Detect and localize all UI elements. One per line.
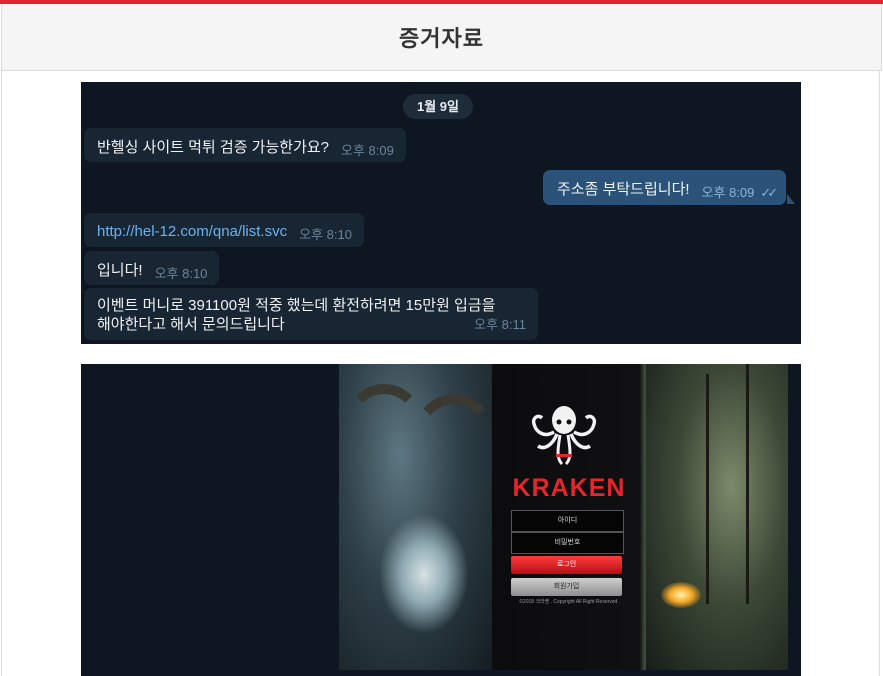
bubble-tail [787, 194, 795, 204]
wave-splash [379, 514, 469, 634]
message-text-line: 이벤트 머니로 391100원 적중 했는데 환전하려면 15만원 입금을 [97, 297, 496, 314]
message-incoming: 반헬싱 사이트 먹튀 검증 가능한가요? 오후 8:09 [84, 128, 406, 162]
password-field[interactable]: 비밀번호 [511, 532, 624, 554]
message-time: 오후 8:09 [341, 143, 394, 158]
kraken-login-image: KRAKEN 아이디 비밀번호 로그인 회원가입 ©2018 크라켄 . Cop… [339, 364, 788, 670]
ship-mast [746, 364, 749, 604]
page-title: 증거자료 [399, 27, 484, 52]
id-field[interactable]: 아이디 [511, 510, 624, 532]
message-incoming: http://hel-12.com/qna/list.svc 오후 8:10 [84, 213, 364, 247]
message-incoming: 입니다! 오후 8:10 [84, 251, 220, 285]
message-time: 오후 8:11 [474, 317, 526, 332]
ship-mast [706, 374, 709, 604]
storm-sea-art [339, 364, 499, 670]
message-outgoing: 주소좀 부탁드립니다! 오후 8:09 ✓✓ [543, 170, 787, 205]
cannon-fire [661, 582, 701, 608]
message-incoming: 이벤트 머니로 391100원 적중 했는데 환전하려면 15만원 입금을 해야… [84, 288, 538, 340]
message-text: 반헬싱 사이트 먹튀 검증 가능한가요? [97, 139, 330, 156]
message-text: 입니다! [97, 262, 143, 279]
join-button[interactable]: 회원가입 [511, 578, 622, 596]
kraken-logo-icon [531, 406, 597, 466]
tentacle-shape [409, 394, 499, 504]
message-time: 오후 8:10 [299, 227, 352, 242]
date-separator: 1월 9일 [403, 94, 473, 119]
message-time: 오후 8:10 [154, 266, 208, 281]
brand-logo-text: KRAKEN [512, 474, 626, 502]
message-link[interactable]: http://hel-12.com/qna/list.svc [97, 223, 287, 240]
message-text: 주소좀 부탁드립니다! [557, 181, 690, 198]
read-check-icon: ✓✓ [760, 185, 778, 200]
site-screenshot: KRAKEN 아이디 비밀번호 로그인 회원가입 ©2018 크라켄 . Cop… [81, 364, 801, 676]
message-time: 오후 8:09 [701, 185, 755, 200]
page-header: 증거자료 [1, 4, 882, 71]
ship-art [646, 364, 788, 670]
login-button[interactable]: 로그인 [511, 556, 622, 574]
chat-screenshot: 1월 9일 반헬싱 사이트 먹튀 검증 가능한가요? 오후 8:09 주소좀 부탁… [81, 82, 801, 344]
copyright-text: ©2018 크라켄 . Copyright All Right Reserved… [519, 599, 619, 605]
message-text-line: 해야한다고 해서 문의드립니다 [97, 316, 285, 333]
